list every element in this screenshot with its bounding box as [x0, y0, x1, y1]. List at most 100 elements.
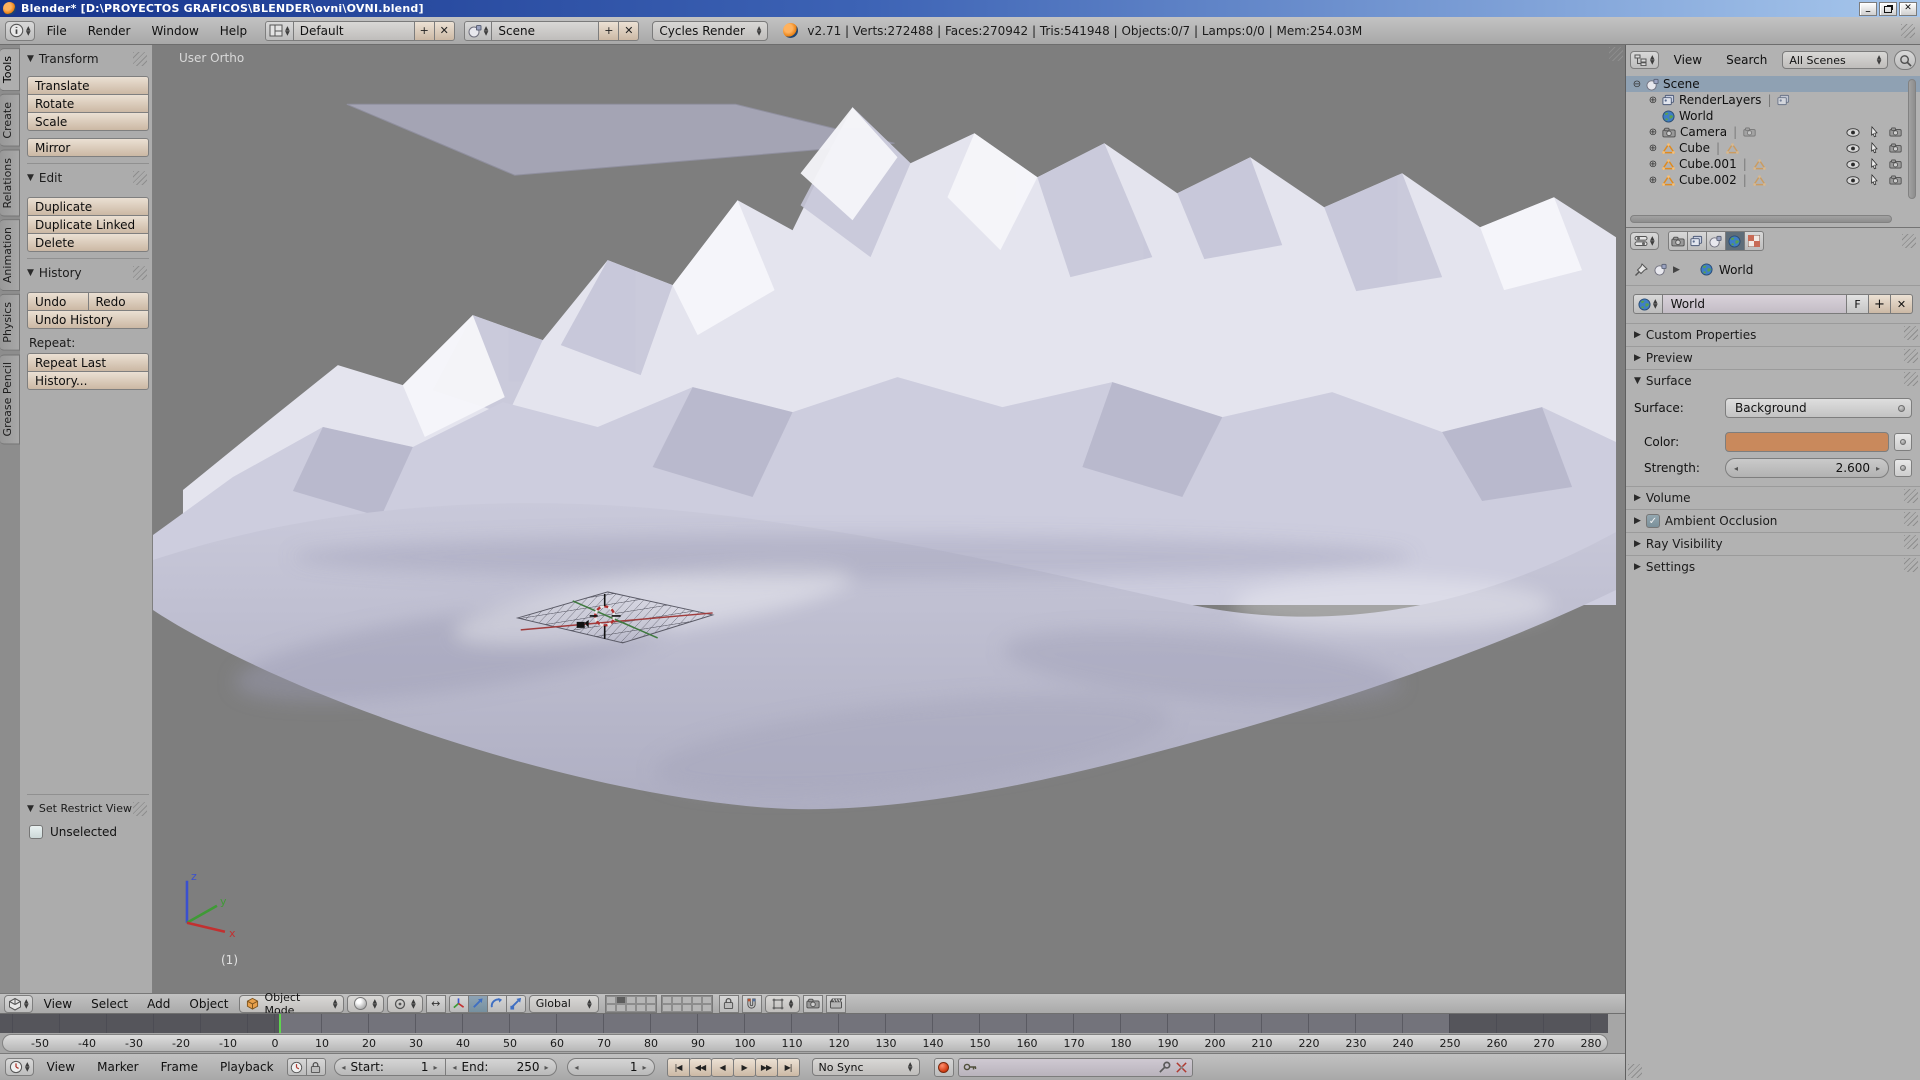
- timeline-menu-frame[interactable]: Frame: [152, 1057, 207, 1077]
- surface-color-swatch[interactable]: [1725, 432, 1889, 452]
- renderability-camera-icon[interactable]: [1889, 143, 1902, 153]
- interaction-mode-dropdown[interactable]: Object Mode ▲▼: [239, 995, 344, 1013]
- prev-keyframe-button[interactable]: ◀◀: [689, 1058, 712, 1077]
- scale-button[interactable]: Scale: [27, 112, 149, 131]
- frame-end-field[interactable]: ◂ End: 250 ▸: [445, 1058, 557, 1076]
- tab-texture[interactable]: [1744, 231, 1764, 251]
- layer-grid-left[interactable]: [605, 995, 657, 1013]
- panel-ray-visibility[interactable]: ▶ Ray Visibility: [1626, 532, 1920, 555]
- snap-element-dropdown[interactable]: ▲▼: [765, 995, 801, 1013]
- timeline-menu-view[interactable]: View: [38, 1057, 84, 1077]
- header-resize-grip[interactable]: [1901, 24, 1915, 38]
- world-browse-button[interactable]: ▲▼: [1633, 294, 1663, 314]
- add-world-button[interactable]: +: [1869, 294, 1891, 314]
- spinner-right-icon[interactable]: ▸: [1876, 464, 1880, 473]
- shelf-tab-relations[interactable]: Relations: [0, 150, 20, 217]
- rotate-button[interactable]: Rotate: [27, 94, 149, 113]
- render-engine-dropdown[interactable]: Cycles Render ▲▼: [652, 21, 768, 41]
- tab-world[interactable]: [1725, 231, 1745, 251]
- selectability-cursor-icon[interactable]: [1870, 158, 1879, 170]
- timeline-frame-band[interactable]: [0, 1014, 1625, 1033]
- transform-orientation-dropdown[interactable]: Global ▲▼: [529, 995, 599, 1013]
- outliner-menu-search[interactable]: Search: [1717, 50, 1776, 70]
- pivot-point-dropdown[interactable]: ▲▼: [387, 995, 423, 1013]
- timeline-ruler-strip[interactable]: -50-40-30-20-100102030405060708090100110…: [2, 1034, 1608, 1052]
- expand-plus-icon[interactable]: ⊕: [1648, 143, 1658, 154]
- menu-help[interactable]: Help: [211, 21, 256, 41]
- panel-header-history[interactable]: ▼ History: [27, 266, 149, 280]
- visibility-eye-icon[interactable]: [1846, 144, 1860, 153]
- panel-custom-properties[interactable]: ▶ Custom Properties: [1626, 324, 1920, 346]
- jump-to-start-button[interactable]: |◀: [667, 1058, 690, 1077]
- auto-keyframe-record-button[interactable]: [934, 1058, 954, 1077]
- panel-preview[interactable]: ▶ Preview: [1626, 346, 1920, 369]
- scene-name-field[interactable]: Scene: [491, 21, 599, 41]
- manipulator-rotate[interactable]: [487, 995, 507, 1013]
- jump-to-end-button[interactable]: ▶|: [777, 1058, 800, 1077]
- spinner-left-icon[interactable]: ◂: [342, 1063, 346, 1072]
- outliner-row-cube002[interactable]: ⊕ Cube.002 |: [1626, 172, 1920, 188]
- color-socket-button[interactable]: [1894, 433, 1912, 451]
- duplicate-button[interactable]: Duplicate: [27, 197, 149, 216]
- repeat-last-button[interactable]: Repeat Last: [27, 353, 149, 372]
- close-layout-button[interactable]: ✕: [434, 21, 455, 41]
- menu-file[interactable]: File: [38, 21, 76, 41]
- panel-header-edit[interactable]: ▼ Edit: [27, 171, 149, 185]
- region-corner-grip[interactable]: [1628, 1064, 1642, 1078]
- translate-button[interactable]: Translate: [27, 76, 149, 95]
- menu-render[interactable]: Render: [79, 21, 140, 41]
- selectability-cursor-icon[interactable]: [1870, 142, 1879, 154]
- manipulator-scale[interactable]: [506, 995, 526, 1013]
- pin-icon[interactable]: [1634, 263, 1648, 277]
- layer-grid-right[interactable]: [661, 995, 713, 1013]
- panel-ambient-occlusion[interactable]: ▶ ✓ Ambient Occlusion: [1626, 509, 1920, 532]
- editor-type-selector-3dview[interactable]: ▲▼: [4, 995, 33, 1013]
- visibility-eye-icon[interactable]: [1846, 160, 1860, 169]
- delete-keyframe-icon[interactable]: [1175, 1061, 1188, 1074]
- close-scene-button[interactable]: ✕: [618, 21, 639, 41]
- current-frame-line[interactable]: [279, 1014, 281, 1033]
- panel-header-surface[interactable]: ▼ Surface: [1626, 370, 1920, 392]
- duplicate-linked-button[interactable]: Duplicate Linked: [27, 215, 149, 234]
- expand-plus-icon[interactable]: ⊕: [1648, 95, 1658, 106]
- delete-button[interactable]: Delete: [27, 233, 149, 252]
- frame-start-field[interactable]: ◂ Start: 1 ▸: [334, 1058, 446, 1076]
- outliner-row-cube001[interactable]: ⊕ Cube.001 |: [1626, 156, 1920, 172]
- shelf-tab-create[interactable]: Create: [0, 94, 20, 147]
- ambient-occlusion-checkbox[interactable]: ✓: [1646, 514, 1660, 528]
- renderability-camera-icon[interactable]: [1889, 159, 1902, 169]
- undo-history-button[interactable]: Undo History: [27, 310, 149, 329]
- outliner-vertical-scrollbar[interactable]: [1908, 79, 1916, 199]
- redo-button[interactable]: Redo: [88, 292, 150, 311]
- outliner-filter-dropdown[interactable]: All Scenes ▲▼: [1782, 51, 1888, 69]
- panel-settings[interactable]: ▶ Settings: [1626, 555, 1920, 578]
- shelf-tab-animation[interactable]: Animation: [0, 219, 20, 291]
- renderability-camera-icon[interactable]: [1889, 175, 1902, 185]
- play-reverse-button[interactable]: ◀: [711, 1058, 734, 1077]
- minimize-button[interactable]: _: [1859, 2, 1877, 16]
- opengl-render-still-button[interactable]: [803, 995, 823, 1013]
- panel-header-transform[interactable]: ▼ Transform: [27, 52, 149, 66]
- outliner-row-world[interactable]: World: [1626, 108, 1920, 124]
- lock-to-scene-toggle[interactable]: [719, 995, 739, 1013]
- outliner-horizontal-scrollbar[interactable]: [1630, 215, 1892, 223]
- collapse-minus-icon[interactable]: ⊖: [1632, 79, 1642, 90]
- outliner-row-scene[interactable]: ⊖ Scene: [1626, 76, 1920, 92]
- expand-plus-icon[interactable]: ⊕: [1648, 127, 1658, 138]
- timeline-menu-playback[interactable]: Playback: [211, 1057, 283, 1077]
- shelf-tab-tools[interactable]: Tools: [0, 48, 20, 91]
- viewport-corner-grip[interactable]: [1609, 47, 1623, 61]
- panel-header-set-restrict-view[interactable]: ▼ Set Restrict View: [27, 802, 149, 815]
- outliner-row-camera[interactable]: ⊕ Camera |: [1626, 124, 1920, 140]
- sync-mode-dropdown[interactable]: No Sync ▲▼: [812, 1058, 920, 1076]
- unlink-world-button[interactable]: ✕: [1891, 294, 1913, 314]
- close-button[interactable]: ✕: [1899, 2, 1917, 16]
- play-button[interactable]: ▶: [733, 1058, 756, 1077]
- manipulator-translate[interactable]: [468, 995, 488, 1013]
- lock-frame-range-toggle[interactable]: [306, 1058, 326, 1076]
- restore-button[interactable]: [1879, 2, 1897, 16]
- tab-scene[interactable]: [1706, 231, 1726, 251]
- mirror-button[interactable]: Mirror: [27, 138, 149, 157]
- current-frame-field[interactable]: ◂ 1 ▸: [567, 1058, 655, 1076]
- viewport-shading-dropdown[interactable]: ▲▼: [347, 995, 384, 1013]
